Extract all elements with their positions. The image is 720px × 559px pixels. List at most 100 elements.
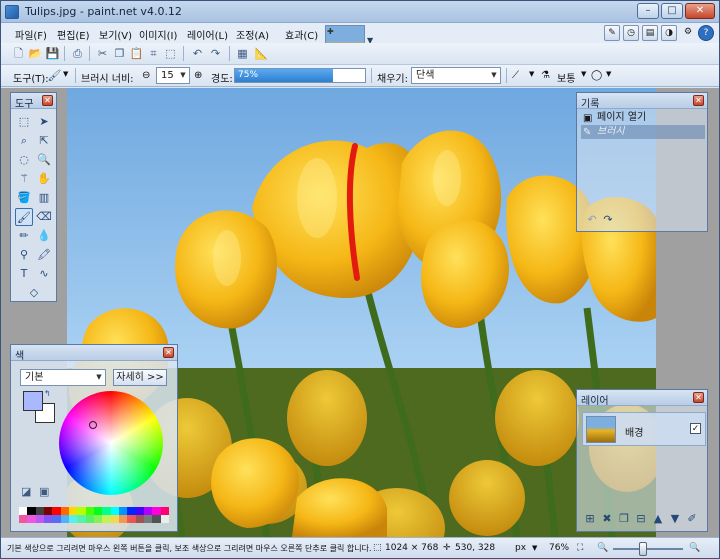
layer-visibility-checkbox[interactable]: ✓ [690,423,701,434]
clone-stamp-tool-icon[interactable]: ⚲ [15,246,33,264]
paint-bucket-tool-icon[interactable]: 🪣 [15,189,33,207]
increase-width-icon[interactable]: ⊕ [194,70,202,81]
palette-swatch[interactable] [135,515,144,523]
recolor-tool-icon[interactable]: 🖍 [35,246,53,264]
close-icon[interactable]: ✕ [693,95,704,106]
history-item-open[interactable]: ▣ 페이지 열기 [581,111,705,125]
duplicate-layer-icon[interactable]: ❐ [615,510,633,528]
blend-dropdown-icon[interactable]: ▼ [581,70,586,78]
add-to-palette-icon[interactable]: ◪ [21,485,31,498]
palette-swatch[interactable] [85,507,94,515]
line-curve-tool-icon[interactable]: ∿ [35,265,53,283]
close-icon[interactable]: ✕ [42,95,53,106]
palette-swatch[interactable] [143,515,153,523]
tool-dropdown-arrow-icon[interactable]: ▼ [63,70,68,78]
menu-image[interactable]: 이미지(I) [139,27,177,42]
palette-swatch[interactable] [118,515,128,523]
palette-swatch[interactable] [68,507,78,515]
grid-icon[interactable]: ▦ [235,46,250,61]
more-colors-button[interactable]: 자세히 >> [113,369,167,386]
palette-swatch[interactable] [127,515,136,523]
rectangle-select-tool-icon[interactable]: ⬚ [15,113,33,131]
palette-swatch[interactable] [19,507,28,515]
open-file-icon[interactable]: 📂 [28,46,43,61]
fill-mode-combo[interactable]: 단색 ▼ [411,67,501,84]
close-button[interactable]: ✕ [685,3,715,19]
crop-to-selection-icon[interactable]: ⌗ [146,46,161,61]
antialiasing-icon[interactable]: ⟋ [512,70,519,81]
zoom-to-window-icon[interactable]: ⛶ [577,543,583,553]
color-wheel[interactable] [59,391,163,495]
selection-mode-icon[interactable]: ◯ [591,70,602,81]
redo-icon[interactable]: ↷ [208,46,223,61]
palette-swatch[interactable] [127,507,136,515]
palette-swatch[interactable] [27,507,36,515]
palette-swatch[interactable] [152,507,161,515]
palette-swatch[interactable] [68,515,78,523]
layer-properties-icon[interactable]: ✐ [683,510,701,528]
primary-color-swatch[interactable] [23,391,43,411]
palette-swatch[interactable] [118,507,128,515]
gradient-tool-icon[interactable]: ▥ [35,189,53,207]
palette-swatch[interactable] [85,515,94,523]
palette-swatch[interactable] [35,515,44,523]
menu-effects[interactable]: 효과(C) [285,27,318,42]
selection-dropdown-icon[interactable]: ▼ [606,70,611,78]
menu-edit[interactable]: 편집(E) [57,27,90,42]
copy-icon[interactable]: ❐ [112,46,127,61]
palette-swatch[interactable] [110,515,119,523]
move-layer-down-icon[interactable]: ▼ [666,510,684,528]
color-palette[interactable] [19,507,169,523]
hardness-slider[interactable]: 75% [234,68,366,83]
palette-swatch[interactable] [52,515,61,523]
chevron-down-icon[interactable]: ▼ [177,68,189,83]
layer-row-background[interactable]: 배경 ✓ [582,412,706,446]
color-wheel-marker[interactable] [89,421,97,429]
help-icon[interactable]: ? [698,25,714,41]
zoom-value[interactable]: 76% [549,543,569,553]
move-selection-tool-icon[interactable]: ➤ [35,113,53,131]
units-dropdown-icon[interactable]: ▼ [532,544,537,552]
add-layer-icon[interactable]: ⊞ [581,510,599,528]
save-file-icon[interactable]: 💾 [45,46,60,61]
delete-layer-icon[interactable]: ✖ [598,510,616,528]
paintbrush-tool-icon[interactable]: 🖌 [15,208,33,226]
palette-swatch[interactable] [102,515,111,523]
decrease-width-icon[interactable]: ⊖ [142,70,150,81]
settings-gear-icon[interactable]: ⚙ [680,25,696,41]
palette-swatch[interactable] [93,507,103,515]
history-window-icon[interactable]: ◷ [623,25,639,41]
palette-swatch[interactable] [43,515,53,523]
menu-view[interactable]: 보기(V) [99,27,132,42]
palette-swatch[interactable] [35,507,44,515]
colors-window-icon[interactable]: ◑ [661,25,677,41]
pan-tool-icon[interactable]: ✋ [35,170,53,188]
zoom-tool-icon[interactable]: 🔍 [35,151,53,169]
palette-swatch[interactable] [77,507,86,515]
print-icon[interactable]: ⎙ [70,46,85,61]
palette-swatch[interactable] [60,515,69,523]
palette-swatch[interactable] [77,515,86,523]
magic-wand-tool-icon[interactable]: ⚚ [15,170,33,188]
paintbrush-tool-icon[interactable]: 🖌 [47,68,62,83]
palette-swatch[interactable] [143,507,153,515]
history-redo-icon[interactable]: ↷ [599,211,617,229]
palette-swatch[interactable] [135,507,144,515]
move-layer-up-icon[interactable]: ▲ [649,510,667,528]
zoom-out-icon[interactable]: 🔍 [597,543,608,553]
minimize-button[interactable]: – [637,3,659,19]
move-selected-tool-icon[interactable]: ⇱ [35,132,53,150]
color-mode-combo[interactable]: 기본 ▼ [20,369,106,386]
palette-swatch[interactable] [43,507,53,515]
palette-swatch[interactable] [52,507,61,515]
blend-mode-value[interactable]: 보통 [557,70,575,85]
text-tool-icon[interactable]: T [15,265,33,283]
zoom-in-icon[interactable]: 🔍 [689,543,700,553]
zoom-slider[interactable] [613,542,683,556]
merge-layer-icon[interactable]: ⊟ [632,510,650,528]
pencil-tool-icon[interactable]: ✏ [15,227,33,245]
maximize-button[interactable]: □ [661,3,683,19]
menu-layer[interactable]: 레이어(L) [187,27,228,42]
brush-width-combo[interactable]: 15 ▼ [156,67,190,84]
ellipse-select-tool-icon[interactable]: ◌ [15,151,33,169]
